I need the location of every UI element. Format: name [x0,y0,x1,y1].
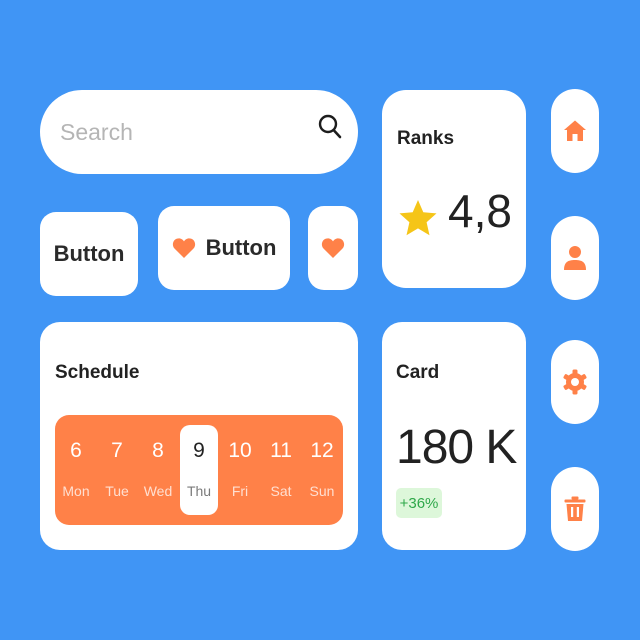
delete-button[interactable] [551,467,599,551]
day-sat[interactable]: 11 Sat [262,415,300,525]
day-wed[interactable]: 8 Wed [139,415,177,525]
stat-card-title: Card [396,362,440,383]
plain-button-label: Button [53,241,125,266]
day-number: 6 [70,439,82,462]
day-number: 8 [152,439,164,462]
day-thu-selected[interactable]: 9 Thu [180,425,218,515]
day-name: Sat [270,483,292,499]
home-icon [564,120,586,141]
day-sun[interactable]: 12 Sun [303,415,341,525]
day-fri[interactable]: 10 Fri [221,415,259,525]
day-number: 7 [111,439,123,462]
day-name: Sun [309,483,335,499]
day-name: Tue [105,483,129,499]
heart-icon [321,238,345,258]
day-name: Mon [62,483,90,499]
schedule-title: Schedule [55,362,140,383]
day-number: 10 [228,439,252,462]
search-input[interactable]: Search [60,119,133,146]
trash-icon [564,496,586,521]
day-name: Wed [143,483,173,499]
day-number: 12 [310,439,334,462]
heart-button[interactable]: Button [158,206,290,290]
gear-icon [563,369,587,395]
ranks-card: Ranks 4,8 [382,90,526,288]
heart-button-label: Button [205,235,277,260]
day-tue[interactable]: 7 Tue [98,415,136,525]
search-icon[interactable] [318,114,342,140]
heart-icon-button[interactable] [308,206,358,290]
day-name: Thu [186,483,212,499]
day-mon[interactable]: 6 Mon [57,415,95,525]
ranks-title: Ranks [397,128,455,149]
home-button[interactable] [551,89,599,173]
user-icon [564,246,586,270]
heart-icon [172,238,195,258]
day-number: 9 [193,439,205,462]
schedule-card: Schedule 6 Mon 7 Tue 8 Wed 9 Thu 10 Fri … [40,322,358,550]
star-icon [399,200,437,236]
stat-card: Card 180 K +36% [382,322,526,550]
change-badge: +36% [396,488,442,518]
profile-button[interactable] [551,216,599,300]
day-name: Fri [231,483,249,499]
ranks-value: 4,8 [448,185,512,237]
settings-button[interactable] [551,340,599,424]
search-bar[interactable]: Search [40,90,358,174]
schedule-day-strip: 6 Mon 7 Tue 8 Wed 9 Thu 10 Fri 11 Sat 12… [55,415,343,525]
day-number: 11 [270,439,292,462]
plain-button[interactable]: Button [40,212,138,296]
stat-card-value: 180 K [396,421,517,474]
